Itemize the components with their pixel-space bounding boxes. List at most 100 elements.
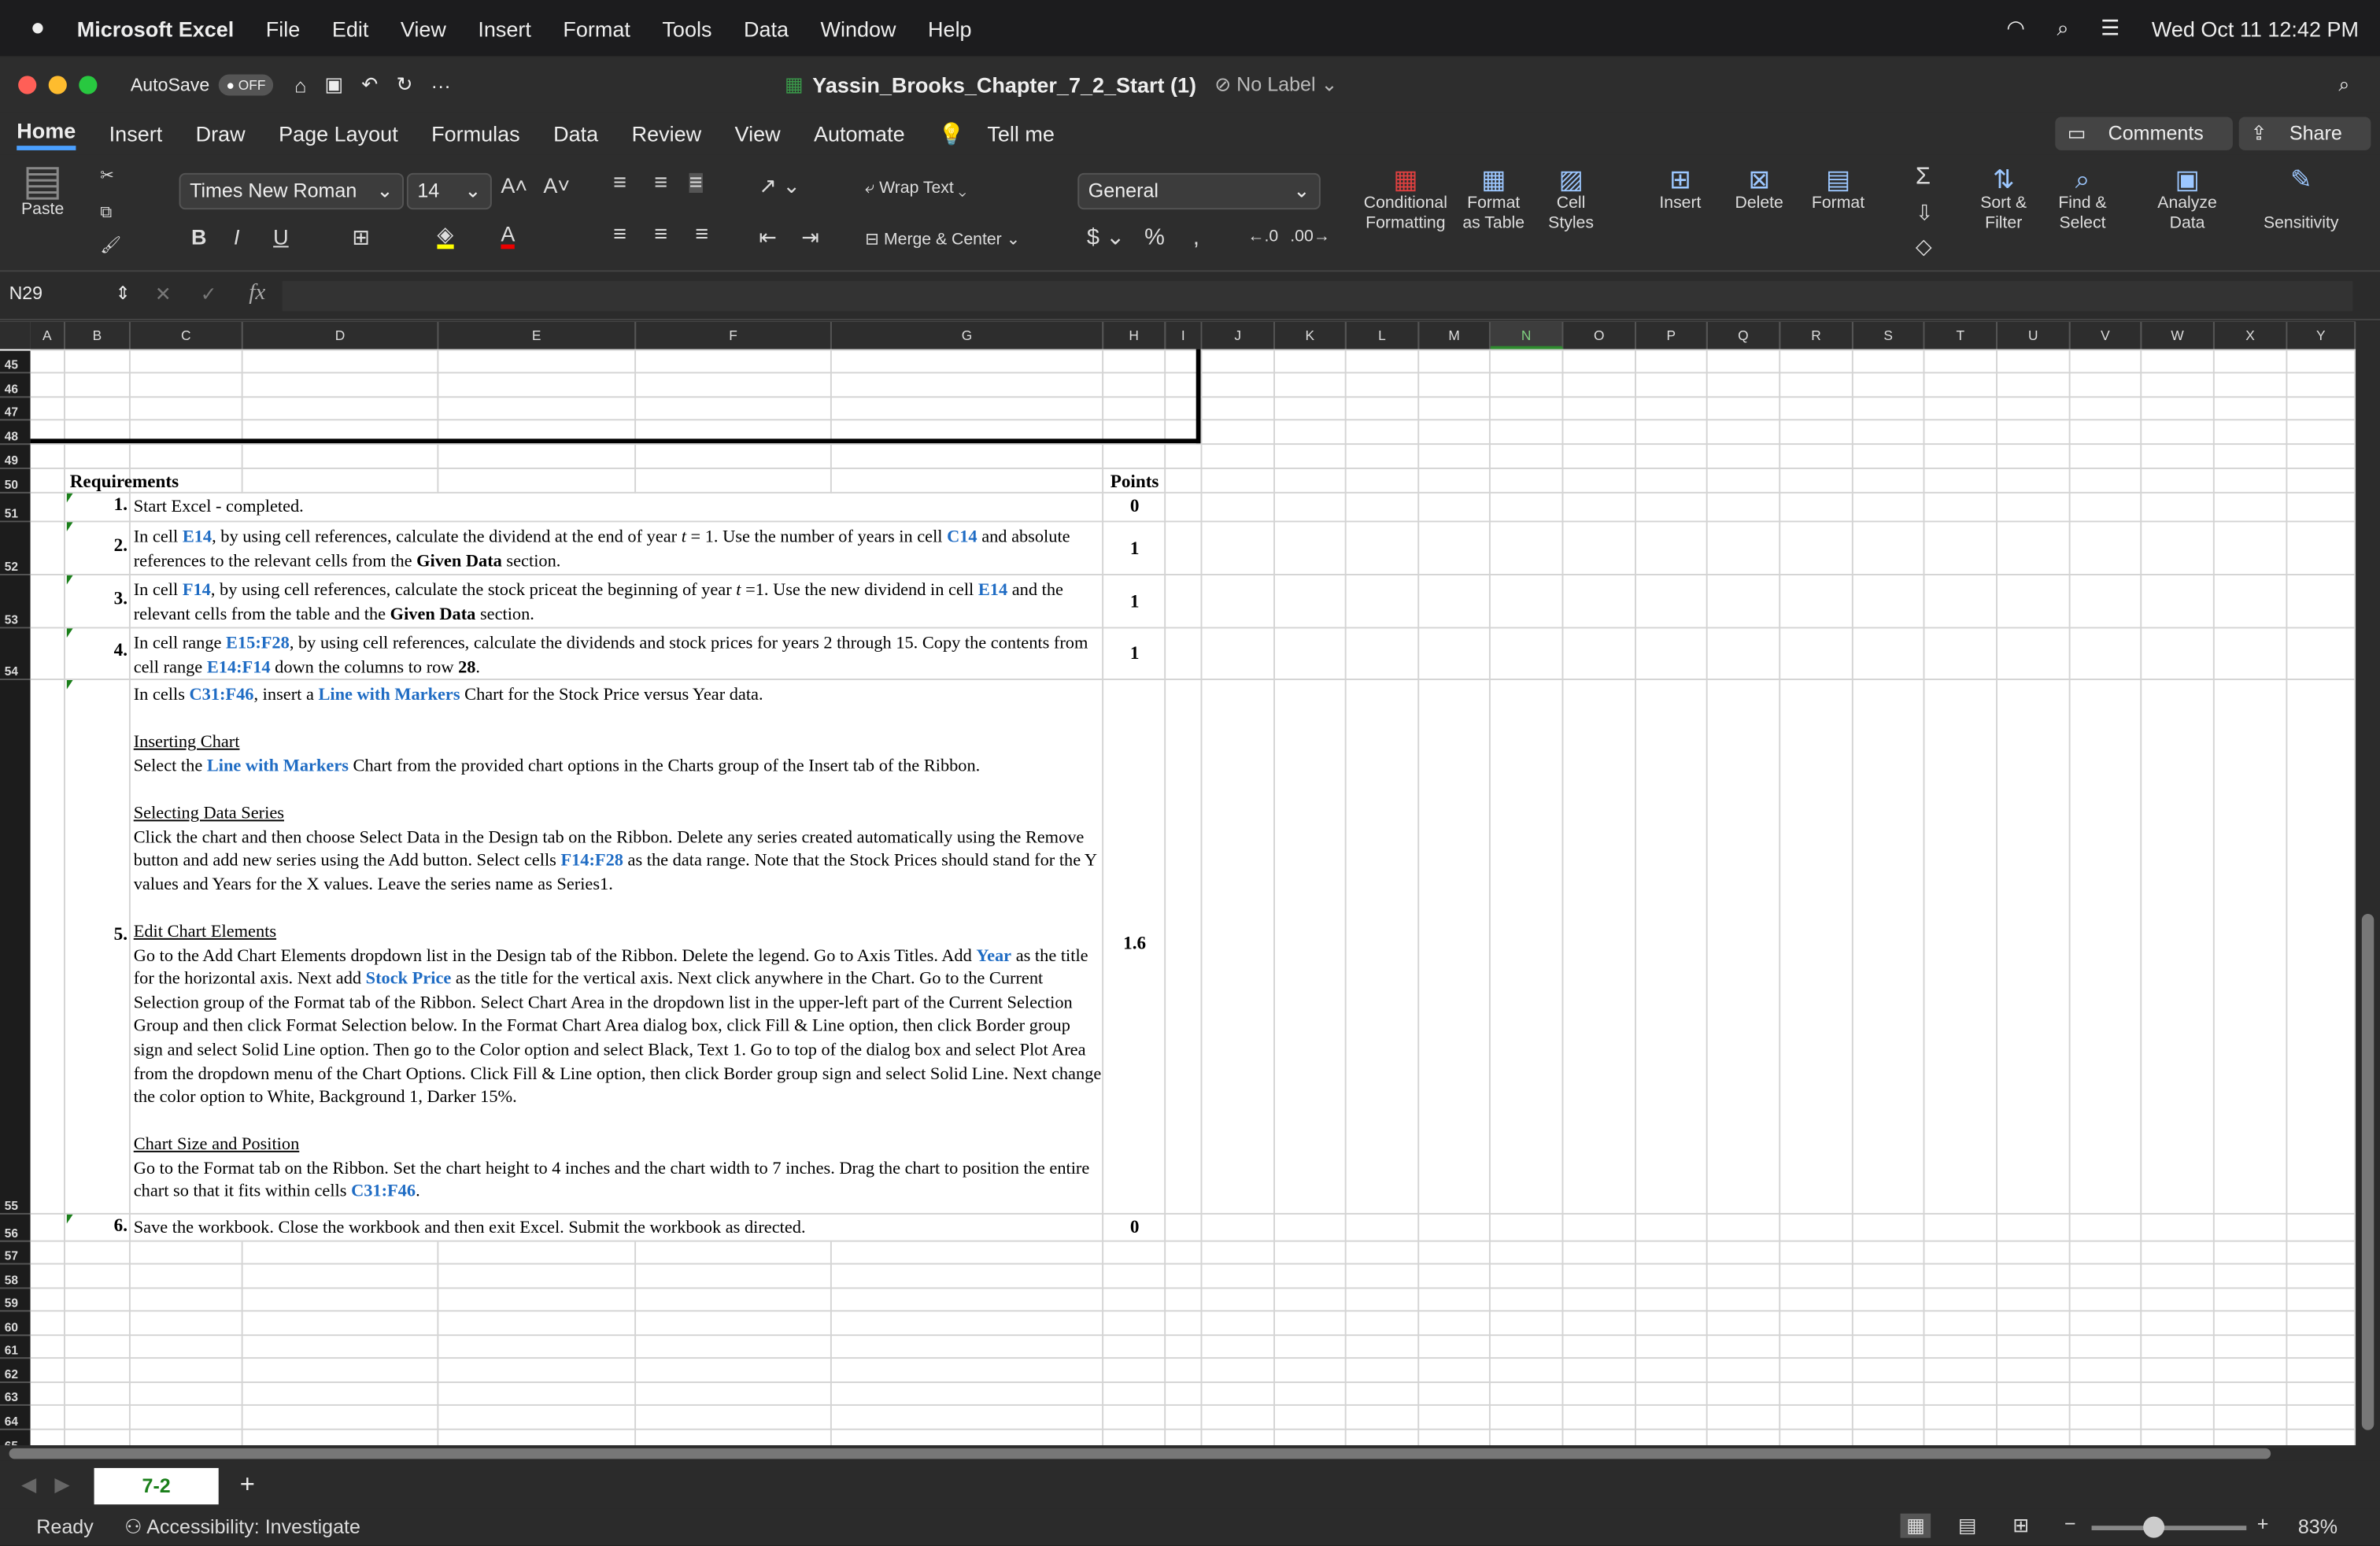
column-header-L[interactable]: L [1346, 321, 1420, 350]
column-header-G[interactable]: G [831, 321, 1104, 350]
delete-cells-button[interactable]: ⊠ Delete [1728, 167, 1791, 214]
row-header-57[interactable]: 57 [0, 1241, 31, 1265]
sheet-tab-7-2[interactable]: 7-2 [94, 1467, 219, 1505]
zoom-in-icon[interactable]: + [2257, 1512, 2269, 1535]
percent-icon[interactable]: % [1144, 226, 1165, 249]
fill-color-icon[interactable]: ◈ [437, 223, 454, 250]
decrease-indent-icon[interactable]: ⇤ [759, 226, 777, 247]
column-header-N[interactable]: N [1490, 321, 1564, 350]
align-center-icon[interactable]: ≡ [654, 223, 667, 246]
clock[interactable]: Wed Oct 11 12:42 PM [2152, 16, 2359, 40]
tab-data[interactable]: Data [553, 121, 598, 146]
sort-filter-button[interactable]: ⇅ Sort & Filter [1970, 167, 2037, 234]
row-header-58[interactable]: 58 [0, 1264, 31, 1289]
bold-button[interactable]: B [191, 226, 207, 247]
conditional-formatting-button[interactable]: ▦ Conditional Formatting [1357, 167, 1454, 234]
insert-cells-button[interactable]: ⊞ Insert [1648, 167, 1712, 214]
row-header-52[interactable]: 52 [0, 522, 31, 575]
normal-view-icon[interactable]: ▦ [1900, 1513, 1931, 1538]
font-color-icon[interactable]: A [501, 223, 516, 250]
row-header-61[interactable]: 61 [0, 1336, 31, 1359]
tab-formulas[interactable]: Formulas [431, 121, 520, 146]
menu-format[interactable]: Format [563, 16, 630, 40]
menu-window[interactable]: Window [821, 16, 896, 40]
format-cells-button[interactable]: ▤ Format [1806, 167, 1870, 214]
close-window-button[interactable] [18, 76, 37, 94]
underline-button[interactable]: U [273, 226, 289, 247]
italic-button[interactable]: I [234, 226, 240, 247]
align-left-icon[interactable]: ≡ [613, 223, 626, 246]
undo-icon[interactable]: ↶ [361, 73, 378, 98]
row-header-46[interactable]: 46 [0, 373, 31, 398]
comment-indicator[interactable] [66, 679, 73, 690]
column-header-M[interactable]: M [1419, 321, 1491, 350]
menu-edit[interactable]: Edit [332, 16, 369, 40]
page-break-view-icon[interactable]: ⊞ [2012, 1514, 2029, 1538]
align-bottom-icon[interactable]: ≡ [689, 172, 703, 194]
sensitivity-label[interactable]: ⊘ No Label ⌄ [1214, 73, 1337, 98]
autosave-toggle[interactable]: ● OFF [218, 74, 274, 96]
zoom-slider[interactable] [2091, 1516, 2247, 1538]
analyze-data-button[interactable]: ▣ Analyze Data [2153, 167, 2223, 234]
comment-indicator[interactable] [66, 522, 73, 531]
cancel-icon[interactable]: ✕ [155, 283, 172, 307]
column-header-V[interactable]: V [2070, 321, 2142, 350]
column-header-O[interactable]: O [1563, 321, 1636, 350]
increase-decimal-icon[interactable]: ←.0 [1247, 227, 1278, 247]
row-header-63[interactable]: 63 [0, 1382, 31, 1406]
app-menu[interactable]: Microsoft Excel [77, 16, 235, 40]
decrease-decimal-icon[interactable]: .00→ [1290, 227, 1330, 247]
row-header-45[interactable]: 45 [0, 350, 31, 374]
horizontal-scrollbar[interactable] [0, 1444, 2356, 1461]
column-header-X[interactable]: X [2214, 321, 2288, 350]
row-header-62[interactable]: 62 [0, 1359, 31, 1383]
column-header-T[interactable]: T [1924, 321, 1998, 350]
clear-icon[interactable]: ◇ [1916, 235, 1932, 257]
comment-indicator[interactable] [66, 575, 73, 585]
redo-icon[interactable]: ↻ [396, 73, 412, 98]
sensitivity-button[interactable]: ✎ Sensitivity [2256, 167, 2347, 234]
tab-draw[interactable]: Draw [196, 121, 246, 146]
comment-indicator[interactable] [66, 493, 73, 503]
search-icon[interactable]: ⌕ [2057, 15, 2068, 41]
column-header-D[interactable]: D [242, 321, 439, 350]
merge-center-button[interactable]: ⊟ Merge & Center ⌄ [865, 231, 1020, 250]
column-header-P[interactable]: P [1635, 321, 1708, 350]
row-header-53[interactable]: 53 [0, 575, 31, 629]
fill-icon[interactable]: ⇩ [1916, 202, 1934, 223]
control-center-icon[interactable]: ☰ [2101, 15, 2119, 41]
menu-view[interactable]: View [401, 16, 446, 40]
comments-button[interactable]: ▭ Comments [2055, 117, 2233, 150]
increase-font-icon[interactable]: A˄ [501, 175, 527, 196]
wrap-text-button[interactable]: ⤶ Wrap Text ⌄ [865, 179, 966, 199]
menu-insert[interactable]: Insert [478, 16, 531, 40]
column-header-K[interactable]: K [1274, 321, 1347, 350]
column-header-C[interactable]: C [130, 321, 243, 350]
align-top-icon[interactable]: ≡ [613, 172, 626, 194]
row-header-65[interactable]: 65 [0, 1429, 31, 1445]
zoom-button[interactable] [79, 76, 98, 94]
autosum-icon[interactable]: Σ [1916, 165, 1931, 189]
comma-icon[interactable]: , [1193, 226, 1199, 249]
column-header-U[interactable]: U [1997, 321, 2071, 350]
find-select-button[interactable]: ⌕ Find & Select [2049, 167, 2116, 234]
column-header-Q[interactable]: Q [1707, 321, 1781, 350]
paste-button[interactable]: ▤ Paste [21, 159, 64, 220]
row-header-50[interactable]: 50 [0, 468, 31, 494]
orientation-icon[interactable]: ↗ ⌄ [759, 175, 800, 196]
select-all-corner[interactable] [0, 321, 31, 350]
menu-help[interactable]: Help [928, 16, 972, 40]
column-header-I[interactable]: I [1166, 321, 1203, 350]
column-header-H[interactable]: H [1103, 321, 1166, 350]
column-header-F[interactable]: F [636, 321, 832, 350]
row-header-47[interactable]: 47 [0, 398, 31, 421]
tab-home[interactable]: Home [17, 117, 76, 150]
format-painter-icon[interactable]: 🖌 [100, 237, 121, 257]
row-header-56[interactable]: 56 [0, 1214, 31, 1242]
borders-icon[interactable]: ⊞ [352, 226, 370, 247]
minimize-button[interactable] [48, 76, 67, 94]
row-header-64[interactable]: 64 [0, 1405, 31, 1430]
enter-icon[interactable]: ✓ [201, 283, 217, 307]
add-sheet-icon[interactable]: + [240, 1470, 255, 1500]
format-as-table-button[interactable]: ▦ Format as Table [1454, 167, 1533, 234]
